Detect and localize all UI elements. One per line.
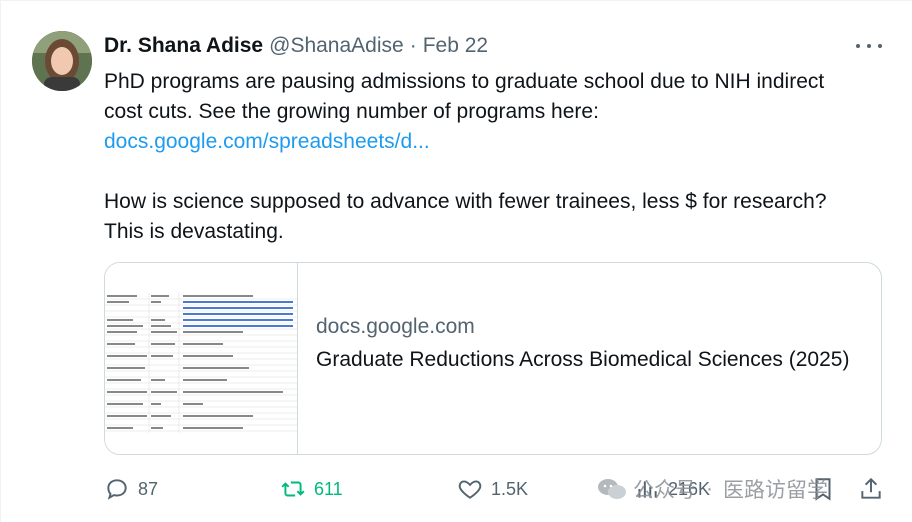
wechat-icon <box>598 479 626 499</box>
card-title: Graduate Reductions Across Biomedical Sc… <box>316 348 850 371</box>
author-handle[interactable]: @ShanaAdise <box>269 34 404 58</box>
card-thumbnail <box>105 263 298 454</box>
share-icon <box>861 477 881 499</box>
watermark-account-label: 公众号 <box>633 479 696 502</box>
tweet-text: PhD programs are pausing admissions to g… <box>104 67 864 247</box>
more-dot-icon <box>867 44 871 48</box>
retweet-button[interactable]: 611 <box>280 473 343 505</box>
reply-count: 87 <box>138 478 159 499</box>
tweet-text-paragraph-1: PhD programs are pausing admissions to g… <box>104 70 825 123</box>
tweet-date[interactable]: Feb 22 <box>423 34 488 58</box>
more-dot-icon <box>878 44 882 48</box>
watermark-separator: · <box>706 477 713 500</box>
more-dot-icon <box>856 44 860 48</box>
header-separator: · <box>409 34 417 57</box>
reply-button[interactable]: 87 <box>104 473 158 505</box>
like-count: 1.5K <box>491 478 529 499</box>
spreadsheet-thumbnail-image <box>105 263 297 454</box>
card-info: docs.google.com Graduate Reductions Acro… <box>298 263 881 454</box>
link-preview-card[interactable]: docs.google.com Graduate Reductions Acro… <box>104 262 882 455</box>
like-button[interactable]: 1.5K <box>457 473 528 505</box>
tweet-container[interactable]: Dr. Shana Adise @ShanaAdise · Feb 22 PhD… <box>0 0 912 522</box>
card-domain: docs.google.com <box>316 315 475 338</box>
retweet-count: 611 <box>314 478 343 499</box>
tweet-header: Dr. Shana Adise @ShanaAdise · Feb 22 <box>104 33 488 59</box>
avatar-photo <box>32 31 92 91</box>
tweet-text-paragraph-2: How is science supposed to advance with … <box>104 190 827 243</box>
heart-icon <box>458 480 482 499</box>
avatar[interactable] <box>32 31 92 91</box>
more-options-button[interactable] <box>856 39 882 53</box>
author-display-name[interactable]: Dr. Shana Adise <box>104 34 263 58</box>
wechat-watermark: 公众号 · 医路访留学 <box>597 473 828 505</box>
retweet-icon <box>281 481 305 497</box>
share-button[interactable] <box>858 473 884 505</box>
reply-icon <box>107 479 127 500</box>
spreadsheet-link[interactable]: docs.google.com/spreadsheets/d... <box>104 130 430 153</box>
watermark-account-name: 医路访留学 <box>723 479 828 502</box>
